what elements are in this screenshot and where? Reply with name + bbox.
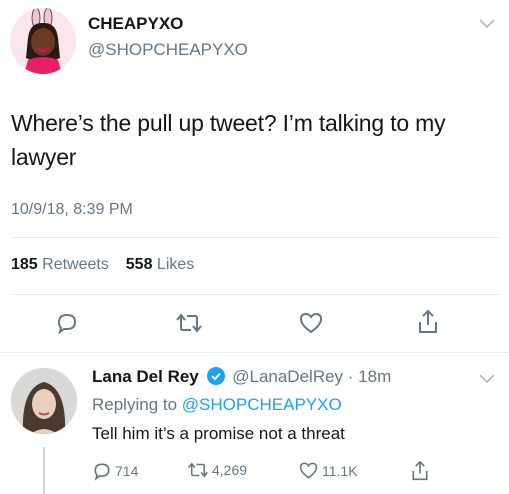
like-count: 11.1K bbox=[322, 462, 358, 479]
reply-action[interactable]: 714 bbox=[92, 461, 138, 481]
tweet-text: Where’s the pull up tweet? I’m talking t… bbox=[11, 110, 446, 170]
reply-tweet[interactable]: Lana Del Rey @LanaDelRey · 18m Replying … bbox=[0, 355, 509, 494]
retweets-stat[interactable]: 185 Retweets bbox=[11, 256, 113, 273]
share-icon[interactable] bbox=[410, 459, 430, 483]
retweet-count: 4,269 bbox=[212, 462, 248, 478]
retweet-action[interactable]: 4,269 bbox=[187, 461, 247, 479]
chevron-down-icon[interactable] bbox=[479, 19, 495, 29]
divider bbox=[11, 237, 500, 238]
retweet-icon bbox=[187, 461, 209, 479]
reply-text: Tell him it’s a promise not a threat bbox=[92, 424, 345, 443]
divider bbox=[0, 352, 509, 353]
retweet-icon[interactable] bbox=[175, 312, 203, 334]
likes-count: 558 bbox=[125, 256, 153, 273]
like-action[interactable]: 11.1K bbox=[298, 461, 358, 480]
like-icon bbox=[298, 461, 319, 480]
retweets-count: 185 bbox=[11, 256, 38, 273]
replying-to-line: Replying to @SHOPCHEAPYXO bbox=[92, 395, 342, 415]
avatar-photo bbox=[11, 368, 77, 434]
avatar[interactable] bbox=[10, 8, 76, 74]
tweet-stats: 185 Retweets 558 Likes bbox=[11, 256, 194, 274]
reply-count: 714 bbox=[115, 463, 139, 479]
retweets-label: Retweets bbox=[42, 256, 109, 273]
like-icon[interactable] bbox=[298, 311, 324, 335]
user-handle-time[interactable]: @LanaDelRey · 18m bbox=[232, 367, 391, 386]
timestamp[interactable]: 10/9/18, 8:39 PM bbox=[11, 201, 133, 219]
chevron-down-icon[interactable] bbox=[479, 374, 495, 384]
display-name[interactable]: CHEAPYXO bbox=[88, 14, 183, 34]
user-handle[interactable]: @SHOPCHEAPYXO bbox=[88, 40, 248, 60]
likes-label: Likes bbox=[156, 256, 195, 273]
verified-badge-icon bbox=[206, 367, 225, 390]
avatar[interactable] bbox=[11, 368, 77, 434]
divider bbox=[11, 294, 500, 295]
replying-prefix: Replying to bbox=[92, 395, 178, 414]
thread-line bbox=[43, 447, 45, 494]
reply-header: Lana Del Rey @LanaDelRey · 18m bbox=[92, 367, 391, 390]
reply-icon[interactable] bbox=[55, 311, 79, 335]
main-tweet: CHEAPYXO @SHOPCHEAPYXO Where’s the pull … bbox=[0, 0, 509, 355]
display-name[interactable]: Lana Del Rey bbox=[92, 367, 199, 386]
likes-stat[interactable]: 558 Likes bbox=[126, 256, 195, 273]
replying-to-link[interactable]: @SHOPCHEAPYXO bbox=[182, 395, 342, 414]
reply-icon bbox=[92, 461, 112, 481]
avatar-illustration bbox=[10, 8, 76, 74]
share-icon[interactable] bbox=[416, 308, 440, 336]
